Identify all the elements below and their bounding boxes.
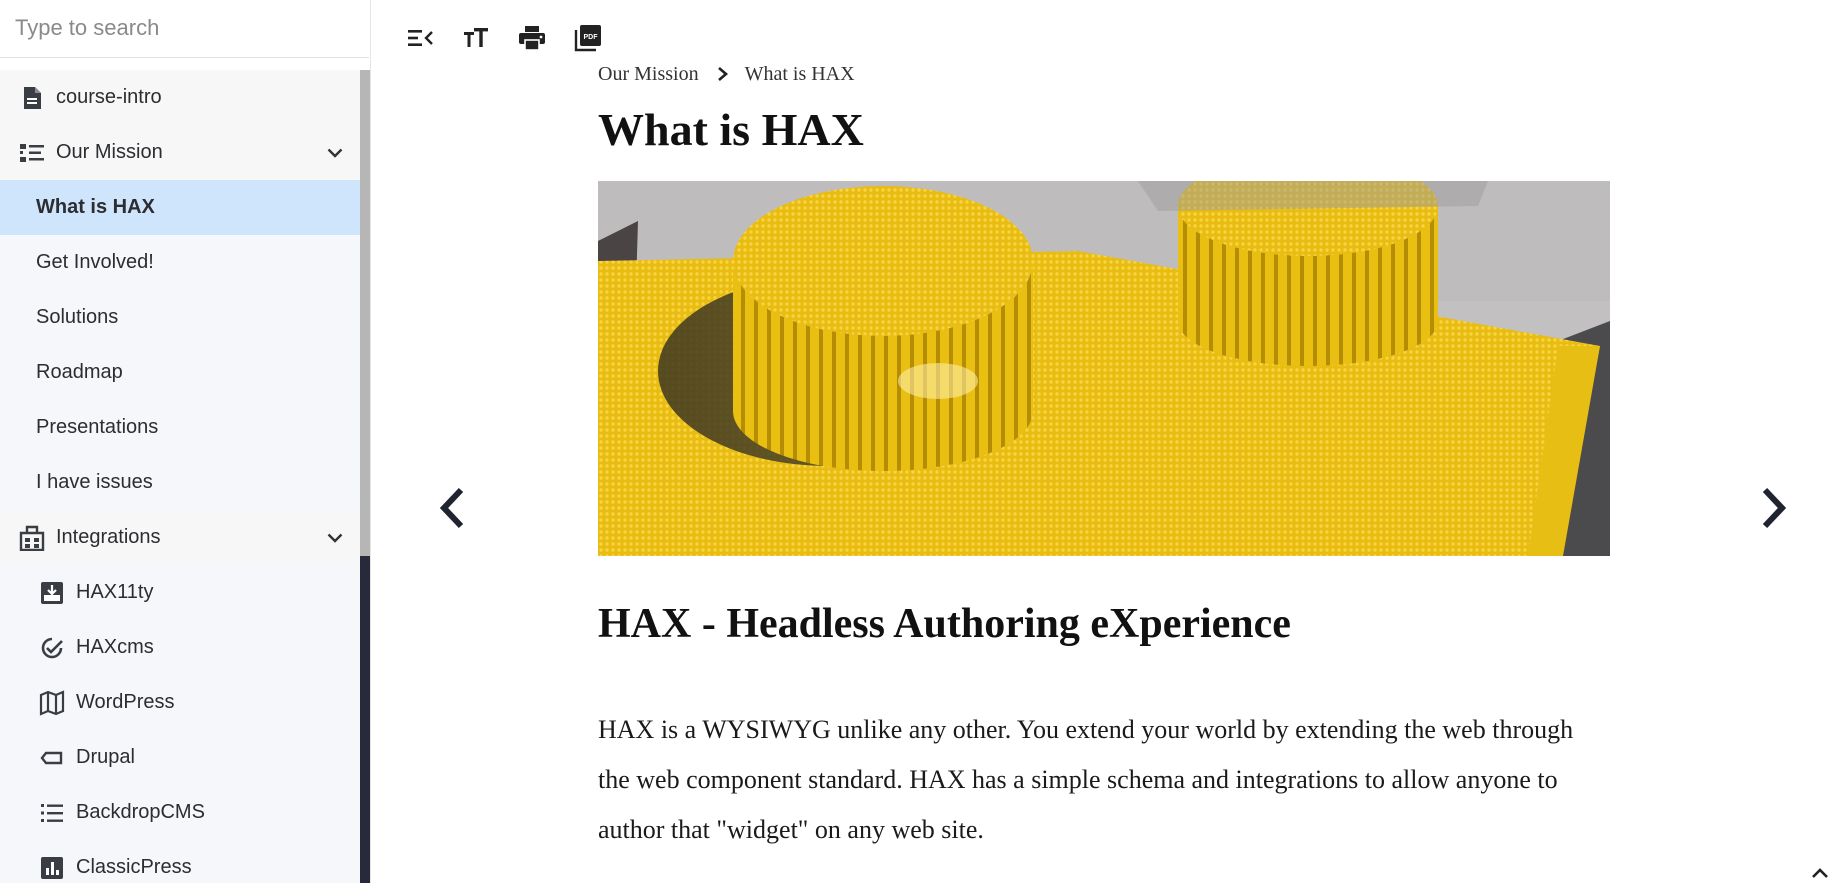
document-icon — [18, 84, 46, 112]
menu-item-backdropcms[interactable]: BackdropCMS — [0, 785, 360, 840]
menu-item-label: Integrations — [56, 526, 161, 548]
chevron-down-icon[interactable] — [324, 527, 346, 549]
menu-item-label: What is HAX — [36, 196, 155, 218]
previous-page-button[interactable] — [430, 486, 474, 530]
site-menu: course-intro Our Mission What is HAX Get… — [0, 70, 360, 883]
menu-item-classicpress[interactable]: ClassicPress — [0, 840, 360, 883]
outline-list-icon — [18, 139, 46, 167]
chevron-up-icon — [1812, 868, 1828, 878]
search-box — [0, 0, 369, 58]
menu-item-label: Our Mission — [56, 141, 163, 163]
page-title: What is HAX — [598, 104, 864, 155]
breadcrumb: Our Mission What is HAX — [598, 60, 1610, 88]
pdf-button[interactable]: PDF — [568, 18, 608, 58]
print-button[interactable] — [512, 18, 552, 58]
menu-item-label: HAXcms — [76, 636, 154, 658]
menu-item-label: BackdropCMS — [76, 801, 205, 823]
breadcrumb-link-our-mission[interactable]: Our Mission — [598, 63, 699, 86]
chevron-down-icon[interactable] — [324, 142, 346, 164]
menu-item-hax11ty[interactable]: HAX11ty — [0, 565, 360, 620]
menu-item-label: Drupal — [76, 746, 135, 768]
check-badge-icon — [38, 634, 66, 662]
map-icon — [38, 689, 66, 717]
main-content: Our Mission What is HAX What is HAX HAX … — [598, 60, 1610, 844]
next-page-button[interactable] — [1752, 486, 1796, 530]
text-size-icon — [464, 28, 488, 47]
menu-item-our-mission[interactable]: Our Mission — [0, 125, 360, 180]
search-input[interactable] — [13, 2, 357, 54]
menu-item-course-intro[interactable]: course-intro — [0, 70, 360, 125]
font-size-button[interactable] — [456, 18, 496, 58]
menu-item-haxcms[interactable]: HAXcms — [0, 620, 360, 675]
building-icon — [18, 524, 46, 552]
sidebar-scrollbar-thumb[interactable] — [360, 70, 370, 556]
sidebar: course-intro Our Mission What is HAX Get… — [0, 0, 371, 883]
menu-item-label: Get Involved! — [36, 251, 154, 273]
menu-item-label: I have issues — [36, 471, 153, 493]
menu-item-label: Roadmap — [36, 361, 123, 383]
menu-item-label: Presentations — [36, 416, 159, 438]
menu-item-roadmap[interactable]: Roadmap — [0, 345, 360, 400]
menu-item-presentations[interactable]: Presentations — [0, 400, 360, 455]
hero-image — [598, 181, 1610, 556]
menu-item-label: Solutions — [36, 306, 119, 328]
print-icon — [519, 26, 545, 51]
section-heading: HAX - Headless Authoring eXperience — [598, 601, 1291, 647]
menu-item-label: ClassicPress — [76, 856, 192, 878]
menu-item-drupal[interactable]: Drupal — [0, 730, 360, 785]
menu-item-what-is-hax[interactable]: What is HAX — [0, 180, 360, 235]
menu-collapse-icon — [408, 30, 433, 46]
bullet-list-icon — [38, 799, 66, 827]
chevron-left-icon — [439, 487, 464, 529]
scroll-to-top-button[interactable] — [1808, 863, 1832, 883]
menu-item-label: course-intro — [56, 86, 162, 108]
bar-chart-icon — [38, 854, 66, 882]
toolbar: PDF — [400, 18, 608, 58]
menu-item-integrations[interactable]: Integrations — [0, 510, 360, 565]
body-paragraph: HAX is a WYSIWYG unlike any other. You e… — [598, 715, 1574, 844]
menu-item-solutions[interactable]: Solutions — [0, 290, 360, 345]
label-icon — [38, 744, 66, 772]
pdf-icon: PDF — [574, 25, 601, 52]
chevron-right-icon — [717, 66, 729, 82]
menu-item-label: WordPress — [76, 691, 175, 713]
menu-item-get-involved[interactable]: Get Involved! — [0, 235, 360, 290]
chevron-right-icon — [1762, 487, 1787, 529]
menu-item-label: HAX11ty — [76, 581, 154, 603]
svg-text:PDF: PDF — [584, 34, 599, 41]
menu-item-i-have-issues[interactable]: I have issues — [0, 455, 360, 510]
inbox-download-icon — [38, 579, 66, 607]
breadcrumb-current: What is HAX — [744, 62, 855, 85]
collapse-menu-button[interactable] — [400, 18, 440, 58]
menu-item-wordpress[interactable]: WordPress — [0, 675, 360, 730]
